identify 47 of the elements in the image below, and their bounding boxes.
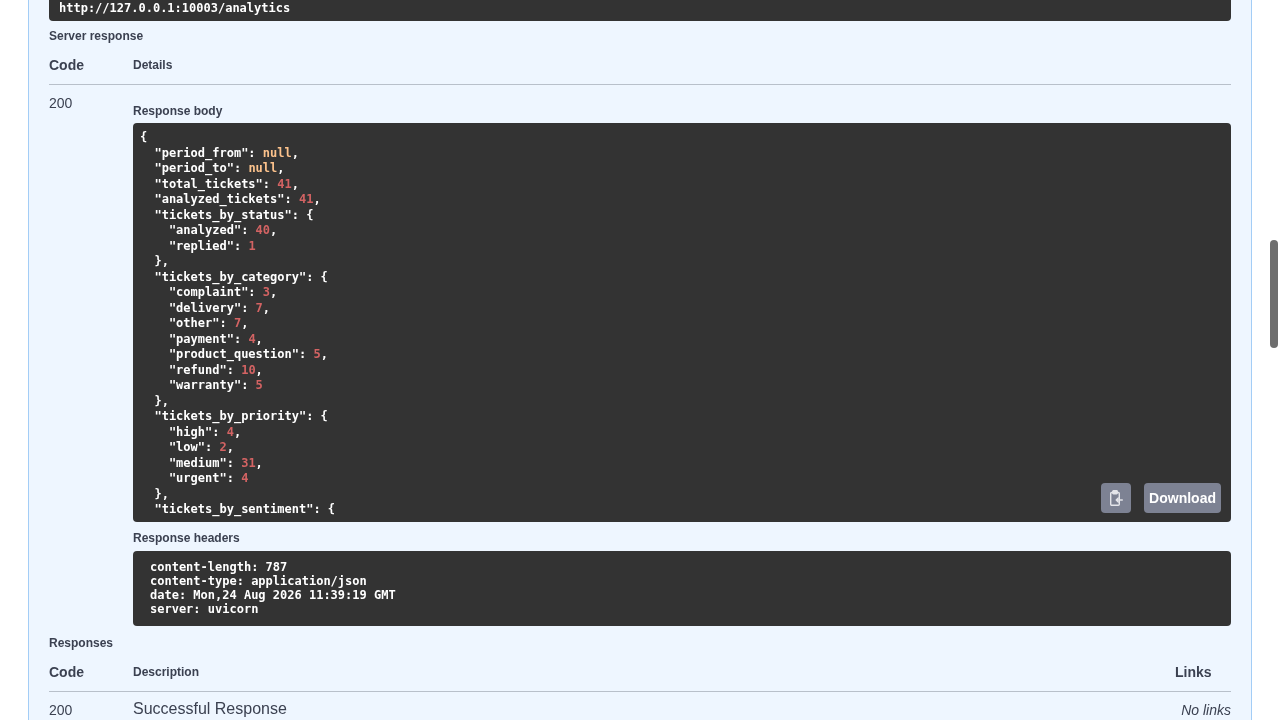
code-line: "medium": 31,	[167, 455, 263, 471]
code-line: "complaint": 3,	[167, 285, 278, 301]
column-header: Details	[133, 57, 174, 73]
section-title: Server response	[49, 29, 145, 43]
code-line: "analyzed_tickets": 41,	[153, 192, 321, 208]
code-line: "other": 7,	[167, 316, 249, 332]
code-line: "replied": 1	[167, 238, 256, 254]
copy-button[interactable]	[1101, 483, 1132, 513]
column-header: Code	[49, 664, 85, 680]
code-line: "period_from": null,	[153, 145, 299, 161]
column-header: Description	[133, 664, 200, 680]
response-body-label: Response body	[133, 104, 224, 118]
header-line: date: Mon,24 Aug 2026 11:39:19 GMT	[150, 588, 396, 602]
clipboard-icon	[1109, 490, 1123, 506]
code-line: {	[140, 130, 148, 146]
code-line: "delivery": 7,	[167, 300, 271, 316]
code-line: "tickets_by_sentiment": {	[153, 502, 336, 518]
header-line: content-length: 787	[150, 560, 288, 574]
header-line: content-type: application/json	[150, 574, 367, 588]
code-line: "period_to": null,	[153, 161, 285, 177]
status-code: 200	[49, 701, 74, 718]
section-title: Responses	[49, 636, 115, 650]
code-line: "warranty": 5	[167, 378, 263, 394]
code-line: },	[153, 254, 169, 270]
header-line: server: uvicorn	[150, 602, 259, 616]
response-headers-label: Response headers	[133, 531, 241, 545]
scrollbar-thumb[interactable]	[1270, 240, 1278, 348]
code-line: },	[153, 486, 169, 502]
code-line: "refund": 10,	[167, 362, 263, 378]
response-description: Successful Response	[133, 699, 288, 718]
code-line: "total_tickets": 41,	[153, 176, 299, 192]
code-line: "tickets_by_status": {	[153, 207, 314, 223]
code-line: "tickets_by_category": {	[153, 269, 328, 285]
code-line: "high": 4,	[167, 424, 242, 440]
code-line: "urgent": 4	[167, 471, 249, 487]
code-line: "low": 2,	[167, 440, 234, 456]
code-line: "product_question": 5,	[167, 347, 328, 363]
request-url: http://127.0.0.1:10003/analytics	[49, 0, 1231, 21]
code-line: },	[153, 393, 169, 409]
code-line: "payment": 4,	[167, 331, 263, 347]
download-button[interactable]: Download	[1144, 483, 1221, 513]
status-code: 200	[49, 94, 74, 111]
column-header: Links	[1175, 664, 1213, 680]
column-header: Code	[49, 57, 85, 73]
code-line: "tickets_by_priority": {	[153, 409, 328, 425]
links-text: No links	[1180, 701, 1231, 718]
code-line: "analyzed": 40,	[167, 223, 278, 239]
